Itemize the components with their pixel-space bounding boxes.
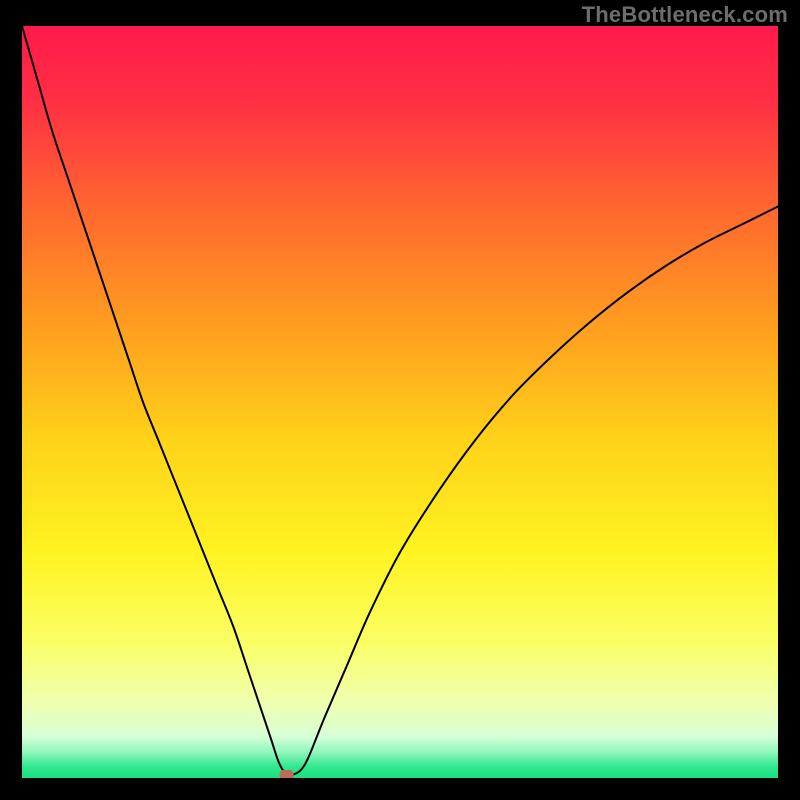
chart-frame: TheBottleneck.com: [0, 0, 800, 800]
plot-area: [22, 26, 778, 778]
optimal-marker: [280, 770, 294, 778]
chart-svg: [22, 26, 778, 778]
watermark-label: TheBottleneck.com: [582, 2, 788, 28]
gradient-background: [22, 26, 778, 778]
